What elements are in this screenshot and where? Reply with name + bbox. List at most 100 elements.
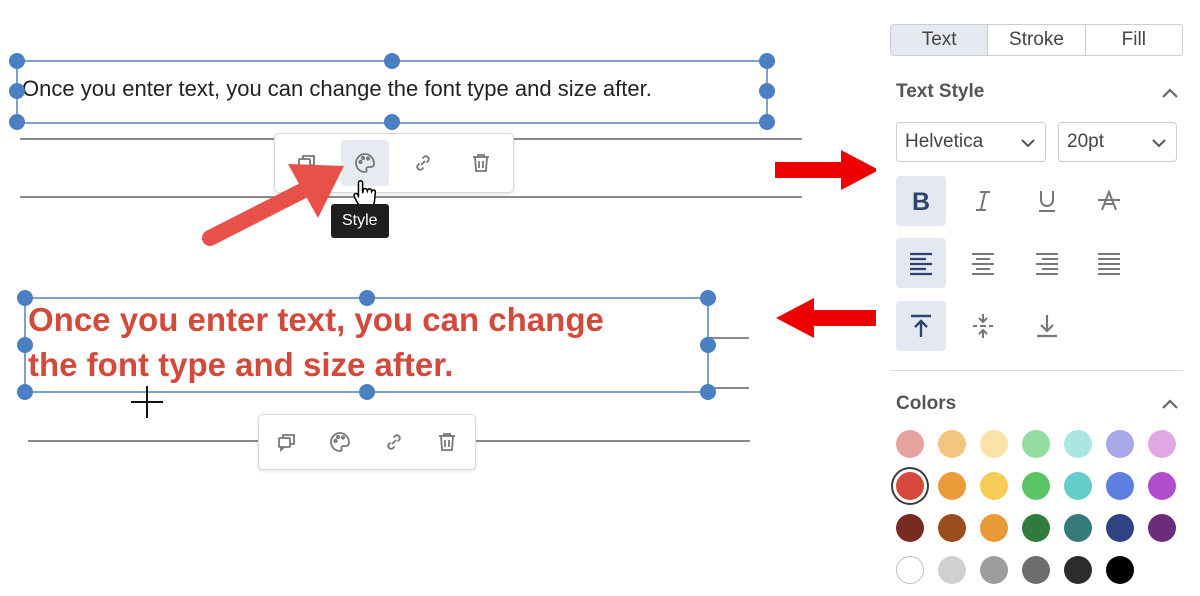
color-swatch[interactable] [1022, 430, 1050, 458]
resize-handle[interactable] [359, 384, 375, 400]
text-box-styled[interactable]: Once you enter text, you can change the … [24, 297, 709, 393]
align-bottom-icon [1037, 315, 1057, 338]
align-left-icon [910, 252, 932, 276]
underline-icon [1039, 191, 1055, 212]
color-swatch[interactable] [896, 556, 924, 584]
color-swatch[interactable] [896, 430, 924, 458]
color-swatch[interactable] [1148, 514, 1176, 542]
resize-handle[interactable] [9, 83, 25, 99]
tab-text[interactable]: Text [891, 25, 989, 55]
color-swatch[interactable] [896, 514, 924, 542]
section-title-colors: Colors [896, 393, 957, 414]
color-swatch[interactable] [1064, 514, 1092, 542]
duplicate-button[interactable] [263, 420, 311, 464]
section-title-text-style: Text Style [896, 81, 985, 102]
font-size-value: 20pt [1067, 131, 1104, 152]
resize-handle[interactable] [384, 114, 400, 130]
pointer-arrow-icon [202, 164, 344, 246]
resize-handle[interactable] [759, 53, 775, 69]
italic-button[interactable] [958, 176, 1008, 226]
style-panel: Text Stroke Fill Text Style Helvetica 20… [876, 0, 1200, 596]
color-swatch[interactable] [980, 430, 1008, 458]
color-swatch[interactable] [1022, 472, 1050, 500]
palette-icon [355, 153, 375, 173]
align-middle-button[interactable] [958, 301, 1008, 351]
color-swatch[interactable] [1106, 430, 1134, 458]
resize-handle[interactable] [9, 114, 25, 130]
chevron-up-icon[interactable] [1159, 393, 1181, 415]
font-family-value: Helvetica [905, 131, 984, 152]
color-swatch[interactable] [1106, 514, 1134, 542]
color-swatch[interactable] [1022, 556, 1050, 584]
chevron-down-icon [1021, 139, 1035, 148]
resize-handle[interactable] [384, 53, 400, 69]
color-swatch[interactable] [1064, 430, 1092, 458]
link-icon [386, 434, 401, 450]
color-swatch[interactable] [1022, 514, 1050, 542]
color-swatch[interactable] [1106, 556, 1134, 584]
styled-text-line: the font type and size after. [28, 346, 454, 383]
font-size-select[interactable]: 20pt [1058, 122, 1177, 162]
crosshair-cursor-icon [131, 386, 163, 418]
resize-handle[interactable] [17, 290, 33, 306]
element-toolbar [258, 414, 476, 470]
align-right-icon [1036, 253, 1058, 275]
delete-button[interactable] [423, 420, 471, 464]
justify-button[interactable] [1084, 238, 1134, 288]
section-divider [890, 370, 1183, 371]
styled-text-line: Once you enter text, you can change [28, 301, 604, 338]
color-swatch[interactable] [1064, 472, 1092, 500]
align-bottom-button[interactable] [1022, 301, 1072, 351]
duplicate-icon [278, 434, 295, 453]
color-swatch[interactable] [980, 472, 1008, 500]
color-swatch[interactable] [896, 472, 924, 500]
resize-handle[interactable] [700, 337, 716, 353]
palette-icon [330, 432, 351, 452]
align-center-icon [972, 253, 994, 275]
italic-icon [976, 191, 990, 211]
svg-text:B: B [912, 188, 930, 216]
text-box-styled-content: Once you enter text, you can change the … [28, 297, 604, 387]
underline-button[interactable] [1022, 176, 1072, 226]
color-swatch[interactable] [980, 556, 1008, 584]
link-button[interactable] [370, 420, 418, 464]
resize-handle[interactable] [359, 290, 375, 306]
arrow-right-icon [775, 150, 879, 190]
resize-handle[interactable] [17, 337, 33, 353]
strikethrough-button[interactable] [1084, 176, 1134, 226]
align-top-button[interactable] [896, 301, 946, 351]
color-swatch[interactable] [1148, 430, 1176, 458]
align-center-button[interactable] [958, 238, 1008, 288]
resize-handle[interactable] [759, 114, 775, 130]
strikethrough-icon [1098, 189, 1120, 211]
color-swatch[interactable] [1106, 472, 1134, 500]
delete-button[interactable] [457, 140, 505, 186]
bold-button[interactable]: B [896, 176, 946, 226]
link-button[interactable] [399, 140, 447, 186]
tab-stroke[interactable]: Stroke [988, 25, 1086, 55]
color-swatch[interactable] [938, 430, 966, 458]
align-right-button[interactable] [1022, 238, 1072, 288]
resize-handle[interactable] [700, 290, 716, 306]
trash-icon [438, 433, 455, 451]
resize-handle[interactable] [17, 384, 33, 400]
guide-line [709, 337, 749, 339]
tab-fill[interactable]: Fill [1086, 25, 1182, 55]
color-swatch[interactable] [938, 472, 966, 500]
chevron-up-icon[interactable] [1159, 82, 1181, 104]
justify-icon [1098, 253, 1120, 275]
resize-handle[interactable] [759, 83, 775, 99]
resize-handle[interactable] [9, 53, 25, 69]
align-middle-icon [973, 314, 993, 338]
style-button[interactable] [316, 420, 364, 464]
align-left-button[interactable] [896, 238, 946, 288]
color-swatch[interactable] [1064, 556, 1092, 584]
color-swatch[interactable] [980, 514, 1008, 542]
link-icon [416, 155, 430, 171]
font-family-select[interactable]: Helvetica [896, 122, 1046, 162]
resize-handle[interactable] [700, 384, 716, 400]
color-swatch[interactable] [938, 514, 966, 542]
color-swatch[interactable] [938, 556, 966, 584]
color-swatch[interactable] [1148, 472, 1176, 500]
bold-icon: B [912, 188, 930, 216]
